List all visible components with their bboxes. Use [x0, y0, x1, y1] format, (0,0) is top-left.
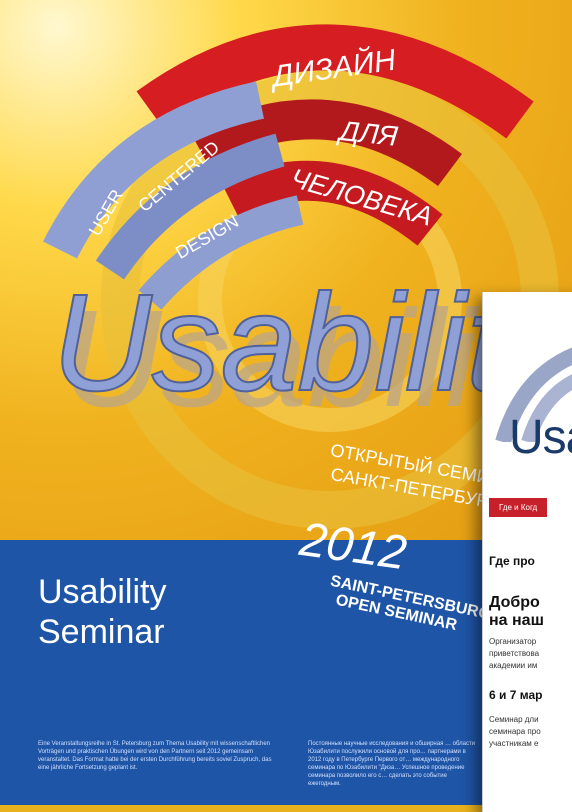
card-date-heading: 6 и 7 мар — [489, 688, 543, 702]
card-paragraph-1-line-3: академии им — [489, 661, 538, 670]
card-paragraph-2-line-2: семинара про — [489, 727, 541, 736]
poster-left-text: Eine Veranstaltungsreihe in St. Petersbu… — [38, 741, 272, 771]
card-paragraph-2-line-1: Семинар дли — [489, 715, 539, 724]
card-paragraph-1: Организатор приветствова академии им — [489, 636, 572, 672]
card-paragraph-2-line-3: участникам е — [489, 739, 539, 748]
card-paragraph-1-line-2: приветствова — [489, 649, 540, 658]
card-heading-2-line-1: Добро — [489, 594, 540, 611]
card-paragraph-1-line-1: Организатор — [489, 637, 537, 646]
card-logo-text: Usa — [509, 411, 572, 464]
card-paragraph-2: Семинар дли семинара про участникам е — [489, 714, 572, 750]
card-heading-1: Где про — [489, 554, 535, 568]
ru-word-2: ДЛЯ — [335, 115, 400, 152]
poster-title-line-1: Usability — [38, 573, 167, 611]
big-word: Usabilit — [52, 266, 510, 420]
poster-title-line-2: Seminar — [38, 613, 165, 651]
tab-where-when[interactable]: Где и Когд — [489, 498, 548, 517]
website-card: Usa Где и Когд Где про Добро на наш Орга… — [482, 292, 572, 812]
card-heading-2-line-2: на наш — [489, 612, 544, 629]
poster-title: Usability Seminar — [38, 572, 166, 652]
card-tab-bar: Где и Когд — [483, 498, 572, 517]
year: 2012 — [296, 513, 410, 580]
poster-right-text: Постоянные научные исследования и обширн… — [308, 741, 476, 787]
